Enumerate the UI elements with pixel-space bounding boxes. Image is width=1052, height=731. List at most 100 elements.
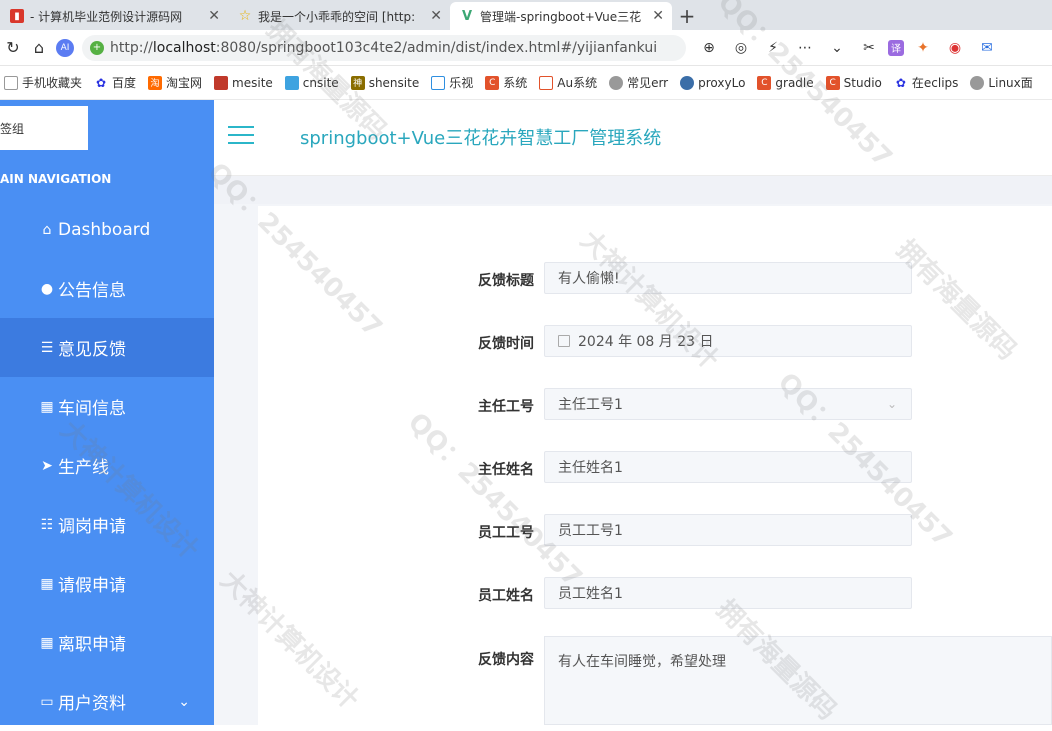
vue-icon: V [461,8,473,24]
home-icon: ⌂ [42,221,52,238]
content-label: 反馈内容 [478,652,534,668]
bookmark[interactable]: 常见err [609,74,668,91]
bookmark[interactable]: C Studio [825,75,882,90]
site-icon [284,75,299,90]
sidebar-item-feedback[interactable]: ☰ 意见反馈 [0,318,248,377]
grid-icon: ▦ [40,575,54,592]
proxy-icon [680,75,695,90]
tv-icon [431,75,446,90]
supervisor-name-label: 主任姓名 [478,462,534,478]
browser-tab-1[interactable]: ▮ - 计算机毕业范例设计源码网 ✕ [0,2,228,30]
bookmark[interactable]: cnsite [284,75,339,90]
star-icon: ☆ [238,8,252,24]
time-label: 反馈时间 [478,336,534,352]
chevron-down-icon[interactable]: ⌄ [824,35,850,61]
bookmark[interactable]: ✿ 百度 [94,74,136,91]
refresh-icon[interactable]: ↻ [0,35,26,61]
supervisor-id-label: 主任工号 [478,399,534,415]
bolt-icon[interactable]: ⚡ [760,35,786,61]
calendar-icon [558,335,570,347]
grid-icon: ▦ [40,634,54,651]
bookmark[interactable]: Au系统 [539,74,597,91]
supervisor-name-field[interactable]: 主任姓名1 [544,451,912,483]
taobao-icon: 淘 [148,75,163,90]
sidebar-item-production-line[interactable]: ➤ 生产线 [0,436,214,495]
scissors-icon[interactable]: ✂ [856,35,882,61]
time-field[interactable]: 2024 年 08 月 23 日 [544,325,912,357]
top-bar: springboot+Vue三花花卉智慧工厂管理系统 [214,100,1052,176]
site-icon [214,75,229,90]
mail-icon[interactable]: ✉ [974,35,1000,61]
sidebar-item-transfer[interactable]: ☷ 调岗申请 [0,495,214,554]
globe-icon [609,75,624,90]
close-icon[interactable]: ✕ [208,8,220,24]
bookmark[interactable]: C 系统 [485,74,527,91]
home-icon[interactable]: ⌂ [26,35,52,61]
mobile-icon [4,75,18,90]
extension-icon[interactable]: ✦ [910,35,936,61]
more-icon[interactable]: ⋯ [792,35,818,61]
close-icon[interactable]: ✕ [430,8,442,24]
browser-tab-2[interactable]: ☆ 我是一个小乖乖的空间 [http: ✕ [228,2,450,30]
zoom-icon[interactable]: ⊕ [696,35,722,61]
bookmark[interactable]: proxyLo [680,75,745,90]
content-textarea[interactable]: 有人在车间睡觉，希望处理 [544,636,1052,725]
close-icon[interactable]: ✕ [652,8,664,24]
grid-icon: ▦ [40,398,54,415]
red-flag-icon: ▮ [10,9,24,23]
bookmark[interactable]: Cgradle [757,75,814,90]
bookmark[interactable]: 淘淘宝网 [148,74,202,91]
title-field[interactable]: 有人偷懒! [544,262,912,294]
box-icon [539,75,554,90]
bookmark[interactable]: mesite [214,75,273,90]
employee-name-field[interactable]: 员工姓名1 [544,577,912,609]
sidebar-heading: AIN NAVIGATION [0,172,112,186]
title-label: 反馈标题 [478,273,534,289]
compass-icon[interactable]: ◎ [728,35,754,61]
menu-toggle-icon[interactable] [228,126,254,144]
browser-tab-3[interactable]: V 管理端-springboot+Vue三花 ✕ [450,2,672,30]
bookmark[interactable]: ✿ 在eclips [894,74,959,91]
c-icon: C [485,75,500,90]
bulb-icon: ● [40,280,54,297]
translate-icon[interactable]: 译 [888,39,904,56]
employee-name-label: 员工姓名 [478,588,534,604]
c-icon: C [757,75,772,90]
breadcrumb-band [214,176,1052,204]
bookmark[interactable]: 手机收藏夹 [4,74,82,91]
bookmark[interactable]: 乐视 [431,74,473,91]
tab-title: - 计算机毕业范例设计源码网 [30,9,183,24]
url-field[interactable]: + http://localhost:8080/springboot103c4t… [82,34,686,61]
bookmarks-bar: 手机收藏夹 ✿ 百度 淘淘宝网 mesite cnsite 神 shensite 乐… [0,66,1052,100]
new-tab-button[interactable]: + [672,2,702,30]
list-icon: ☰ [40,339,54,356]
chevron-down-icon: ⌄ [178,693,190,710]
c-icon: C [825,75,840,90]
supervisor-id-select[interactable]: 主任工号1 ⌄ [544,388,912,420]
site-icon: 神 [350,75,365,90]
weibo-icon[interactable]: ◉ [942,35,968,61]
secure-icon: + [90,40,104,55]
sidebar-item-user-profile[interactable]: ▭ 用户资料 ⌄ [0,672,214,731]
bookmark[interactable]: 神 shensite [350,75,419,90]
employee-id-label: 员工工号 [478,525,534,541]
url-path: :8080/springboot103c4te2/admin/dist/inde… [215,39,658,56]
globe-icon [970,75,985,90]
sidebar-item-resign[interactable]: ▦ 离职申请 [0,613,214,672]
sidebar: 签组 AIN NAVIGATION ⌂ Dashboard ● 公告信息 ☰ 意见反馈… [0,100,248,725]
employee-id-field[interactable]: 员工工号1 [544,514,912,546]
paw-icon: ✿ [895,75,906,90]
tab-title: 管理端-springboot+Vue三花 [480,9,642,24]
paw-icon: ✿ [95,75,107,90]
ai-icon[interactable]: AI [56,38,74,57]
sidebar-item-notices[interactable]: ● 公告信息 [0,259,214,318]
card-icon: ▭ [40,693,54,710]
sidebar-item-workshop[interactable]: ▦ 车间信息 [0,377,214,436]
sliders-icon: ☷ [40,516,54,533]
bookmark[interactable]: Linux面 [970,74,1033,91]
sidebar-item-leave[interactable]: ▦ 请假申请 [0,554,214,613]
sidebar-item-dashboard[interactable]: ⌂ Dashboard [0,200,214,259]
sidebar-search[interactable]: 签组 [0,106,88,150]
chevron-down-icon: ⌄ [886,397,897,411]
url-prefix: http:// [110,39,153,56]
